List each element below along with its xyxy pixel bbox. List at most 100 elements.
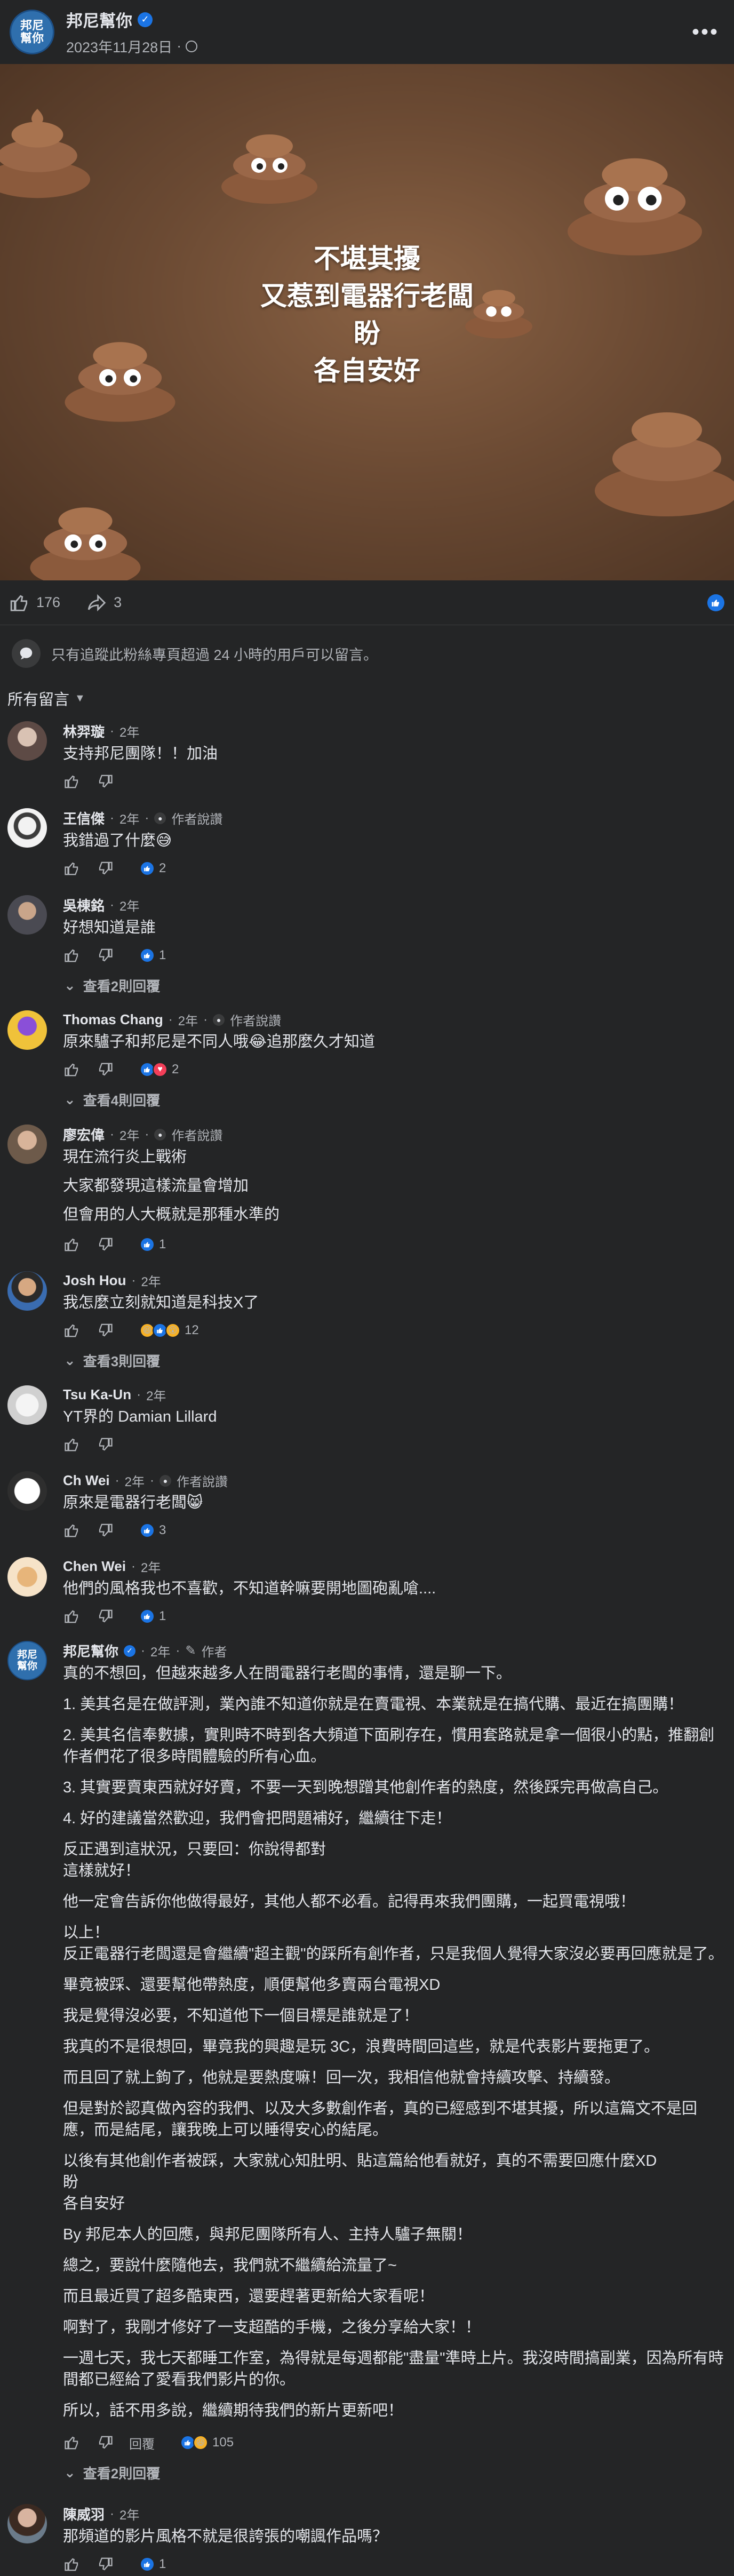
reaction-summary[interactable]: 😆 105 — [180, 2435, 234, 2450]
comment-author[interactable]: 陳威羽 — [63, 2504, 105, 2524]
avatar[interactable] — [7, 1010, 47, 1050]
comment-author[interactable]: 王信傑 — [63, 808, 105, 828]
avatar[interactable] — [7, 2504, 47, 2543]
post-image[interactable]: 不堪其擾 又惹到電器行老闆 盼 各自安好 — [0, 64, 734, 580]
thumbs-up-icon[interactable] — [63, 1521, 81, 1540]
comment-time[interactable]: 2年 — [119, 2505, 139, 2523]
poop-emoji-icon — [221, 134, 317, 204]
comment-paragraph: 總之，要說什麼隨他去，我們就不繼續給流量了~ — [63, 2257, 397, 2274]
view-replies-link[interactable]: ⌄ 查看2則回覆 — [64, 2463, 734, 2483]
post-date[interactable]: 2023年11月28日 — [66, 36, 172, 57]
comment-text-line: 原來驢子和邦尼是不同人哦😂追那麼久才知道 — [63, 1033, 375, 1050]
avatar[interactable] — [7, 721, 47, 761]
reaction-summary[interactable]: 1 — [140, 2557, 166, 2572]
comment-time[interactable]: 2年 — [141, 1271, 161, 1290]
comment-time[interactable]: 2年 — [119, 722, 139, 740]
thumbs-down-icon[interactable] — [96, 1235, 114, 1254]
comment-author[interactable]: Josh Hou — [63, 1272, 126, 1289]
comment-filter-dropdown[interactable]: 所有留言 ▼ — [0, 682, 734, 721]
comment-author[interactable]: 林羿璇 — [63, 721, 105, 741]
comment-body: 林羿璇 · 2年 支持邦尼團隊！！加油 — [63, 721, 727, 793]
caption-line: 又惹到電器行老闆 — [260, 281, 474, 311]
reaction-summary[interactable]: 1 — [140, 948, 166, 963]
like-button[interactable]: 176 — [10, 593, 60, 613]
thumbs-up-icon[interactable] — [63, 859, 81, 878]
avatar[interactable] — [7, 1271, 47, 1311]
comment-author[interactable]: Tsu Ka-Un — [63, 1386, 131, 1403]
reaction-summary[interactable]: 😆 😮 12 — [140, 1323, 199, 1338]
reaction-summary[interactable]: ♥ 2 — [140, 1062, 179, 1077]
thumbs-up-icon[interactable] — [63, 1060, 81, 1079]
reply-button[interactable]: 回覆 — [129, 2434, 155, 2452]
view-replies-link[interactable]: ⌄ 查看4則回覆 — [64, 1090, 734, 1110]
comment-text-line: 他們的風格我也不喜歡，不知道幹嘛要開地圖砲亂嗆.... — [63, 1580, 436, 1597]
thumbs-up-icon[interactable] — [63, 1235, 81, 1254]
thumbs-down-icon[interactable] — [96, 1435, 114, 1454]
reaction-count: 105 — [212, 2435, 234, 2450]
comment-text: 支持邦尼團隊！！加油 — [63, 743, 727, 764]
reaction-summary[interactable]: 1 — [140, 1237, 166, 1252]
avatar[interactable] — [7, 1471, 47, 1511]
comment-time[interactable]: 2年 — [119, 809, 139, 827]
thumbs-down-icon[interactable] — [96, 946, 114, 964]
avatar[interactable] — [7, 1385, 47, 1425]
thumbs-down-icon[interactable] — [96, 859, 114, 878]
comment-paragraph: 所以，話不用多說，繼續期待我們的新片更新吧！ — [63, 2402, 404, 2419]
page-avatar[interactable]: 邦尼 幫你 — [10, 10, 54, 54]
reaction-summary[interactable]: 2 — [140, 861, 166, 876]
comment-author[interactable]: Ch Wei — [63, 1472, 110, 1489]
thumbs-up-icon[interactable] — [63, 1435, 81, 1454]
comment-body: 邦尼幫你 ✓ · 2年 · ✎ 作者 真的不想回，但越來越多人在問電器行老闆的事… — [63, 1641, 727, 2454]
comment-time[interactable]: 2年 — [178, 1010, 198, 1029]
view-replies-link[interactable]: ⌄ 查看2則回覆 — [64, 976, 734, 995]
comment-author[interactable]: Chen Wei — [63, 1558, 126, 1575]
avatar[interactable] — [7, 895, 47, 935]
thumbs-down-icon[interactable] — [96, 1607, 114, 1625]
thumbs-down-icon[interactable] — [96, 2434, 114, 2452]
reaction-count: 2 — [172, 1062, 179, 1076]
comment-time[interactable]: 2年 — [119, 1125, 139, 1144]
thumbs-down-icon[interactable] — [96, 1060, 114, 1079]
thumbs-down-icon[interactable] — [96, 2555, 114, 2573]
avatar[interactable]: 邦尼 幫你 — [7, 1641, 47, 1680]
reaction-count: 2 — [159, 861, 166, 875]
comment-time[interactable]: 2年 — [119, 896, 139, 914]
dot-separator: · — [110, 2506, 115, 2521]
comment-author[interactable]: 吳棟銘 — [63, 895, 105, 915]
view-replies-link[interactable]: ⌄ 查看3則回覆 — [64, 1351, 734, 1370]
chevron-down-icon: ▼ — [75, 692, 85, 704]
comment-author[interactable]: Thomas Chang — [63, 1011, 163, 1028]
avatar[interactable] — [7, 1124, 47, 1164]
comment-text-line: YT界的 Damian Lillard — [63, 1408, 217, 1425]
dot-separator: · — [203, 1012, 208, 1027]
share-button[interactable]: 3 — [87, 593, 122, 613]
avatar[interactable] — [7, 1557, 47, 1597]
reaction-summary[interactable]: 3 — [140, 1523, 166, 1538]
more-options-button[interactable]: ••• — [687, 20, 724, 44]
thumbs-up-icon[interactable] — [63, 2434, 81, 2452]
comment-time[interactable]: 2年 — [125, 1471, 145, 1490]
comment-author[interactable]: 廖宏偉 — [63, 1124, 105, 1144]
like-reaction-icon[interactable] — [707, 594, 724, 611]
comment-paragraph: 2. 美其名信奉數據，實則時不時到各大頻道下面刷存在，慣用套路就是拿一個很小的點… — [63, 1727, 715, 1765]
reaction-count: 3 — [159, 1523, 166, 1537]
comment-time[interactable]: 2年 — [141, 1557, 161, 1576]
comment: 廖宏偉 · 2年 · ● 作者說讚 現在流行炎上戰術 大家都發現這樣流量會增加 但會… — [0, 1124, 734, 1256]
thumbs-up-icon[interactable] — [63, 2555, 81, 2573]
thumbs-down-icon[interactable] — [96, 1321, 114, 1339]
thumbs-up-icon[interactable] — [63, 946, 81, 964]
comment-time[interactable]: 2年 — [146, 1385, 166, 1404]
thumbs-up-icon[interactable] — [63, 1607, 81, 1625]
thumbs-down-icon[interactable] — [96, 1521, 114, 1540]
dot-separator: · — [168, 1012, 173, 1027]
comment-meta: Ch Wei · 2年 · ● 作者說讚 — [63, 1471, 727, 1490]
page-name[interactable]: 邦尼幫你 — [66, 7, 132, 31]
reaction-summary[interactable]: 1 — [140, 1609, 166, 1624]
thumbs-up-icon[interactable] — [63, 772, 81, 791]
avatar[interactable] — [7, 808, 47, 848]
thumbs-up-icon[interactable] — [63, 1321, 81, 1339]
verified-badge-icon: ✓ — [138, 12, 153, 27]
thumbs-down-icon[interactable] — [96, 772, 114, 791]
comment-time[interactable]: 2年 — [150, 1641, 170, 1660]
comment-author[interactable]: 邦尼幫你 — [63, 1641, 118, 1661]
